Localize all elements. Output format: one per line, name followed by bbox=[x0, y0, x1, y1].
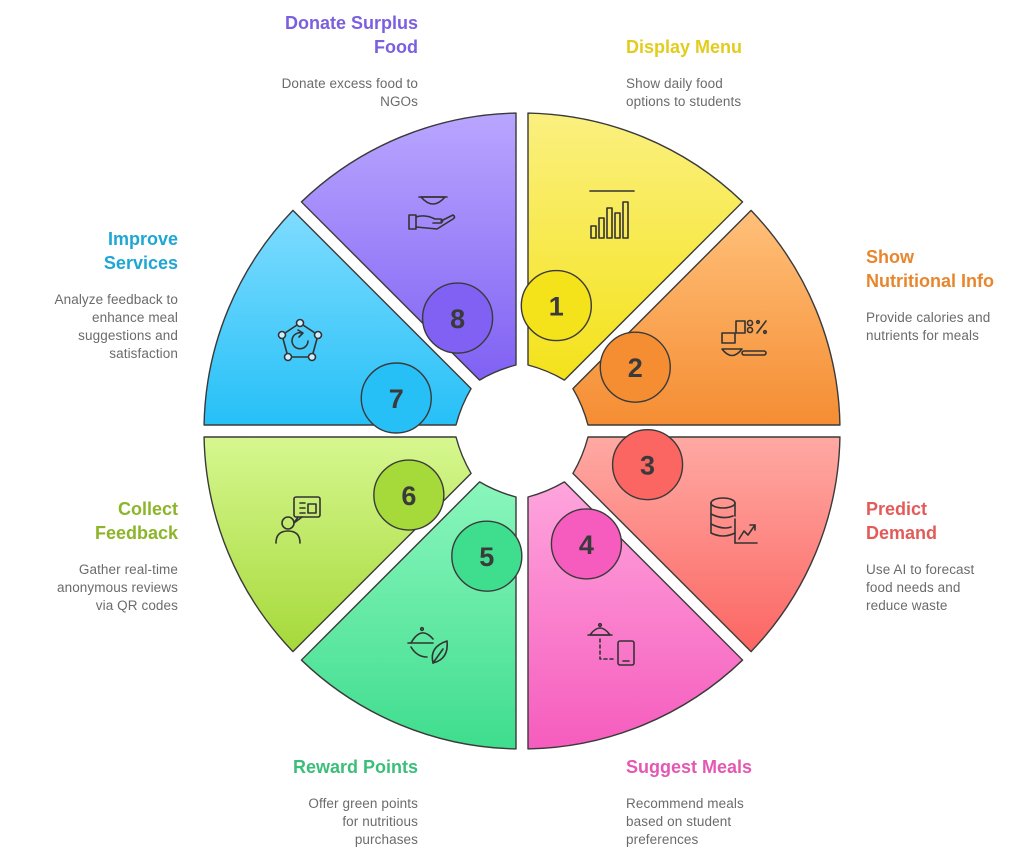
step-badge-3: 3 bbox=[611, 428, 684, 501]
step-title: Show Nutritional Info bbox=[866, 247, 994, 291]
step-description: Provide calories and nutrients for meals bbox=[866, 310, 991, 343]
step-label-3: Predict Demand Use AI to forecast food ne… bbox=[866, 497, 1026, 615]
step-title: Donate Surplus Food bbox=[284, 13, 418, 57]
step-title: Display Menu bbox=[626, 37, 743, 57]
step-description: Gather real-time anonymous reviews via Q… bbox=[56, 562, 178, 613]
step-badge-2: 2 bbox=[599, 331, 671, 403]
step-label-5: Reward Points Offer green points for nutr… bbox=[218, 755, 418, 849]
step-description: Offer green points for nutritious purcha… bbox=[308, 796, 418, 847]
step-title: Reward Points bbox=[292, 757, 418, 777]
step-description: Show daily food options to students bbox=[626, 76, 742, 109]
step-title: Suggest Meals bbox=[626, 757, 753, 777]
step-number: 3 bbox=[640, 451, 655, 481]
step-label-7: Improve Services Analyze feedback to enha… bbox=[18, 227, 178, 363]
step-number: 7 bbox=[389, 384, 404, 414]
step-badge-6: 6 bbox=[373, 459, 445, 531]
step-number: 4 bbox=[579, 530, 594, 560]
step-description: Donate excess food to NGOs bbox=[281, 76, 418, 109]
step-number: 5 bbox=[479, 542, 494, 572]
step-label-2: Show Nutritional Info Provide calories an… bbox=[866, 245, 1026, 345]
step-badge-8: 8 bbox=[421, 282, 494, 354]
step-number: 2 bbox=[628, 353, 643, 383]
step-number: 8 bbox=[450, 304, 465, 334]
step-label-4: Suggest Meals Recommend meals based on st… bbox=[626, 755, 826, 849]
step-description: Use AI to forecast food needs and reduce… bbox=[866, 562, 975, 613]
step-label-6: Collect Feedback Gather real-time anonymo… bbox=[18, 497, 178, 615]
step-description: Analyze feedback to enhance meal suggest… bbox=[54, 292, 178, 361]
step-description: Recommend meals based on student prefere… bbox=[626, 796, 744, 847]
step-number: 1 bbox=[549, 292, 564, 322]
cycle-wheel: 1 2 3 4 5 6 7 8 bbox=[203, 112, 841, 750]
step-title: Improve Services bbox=[103, 229, 178, 273]
step-title: Predict Demand bbox=[866, 499, 938, 543]
step-number: 6 bbox=[401, 481, 416, 511]
step-label-1: Display Menu Show daily food options to s… bbox=[626, 35, 826, 111]
step-badge-7: 7 bbox=[360, 362, 432, 434]
step-title: Collect Feedback bbox=[94, 499, 178, 543]
step-badge-4: 4 bbox=[550, 508, 623, 580]
step-label-8: Donate Surplus Food Donate excess food to… bbox=[218, 11, 418, 111]
step-badge-5: 5 bbox=[451, 520, 523, 592]
step-badge-1: 1 bbox=[520, 269, 593, 342]
